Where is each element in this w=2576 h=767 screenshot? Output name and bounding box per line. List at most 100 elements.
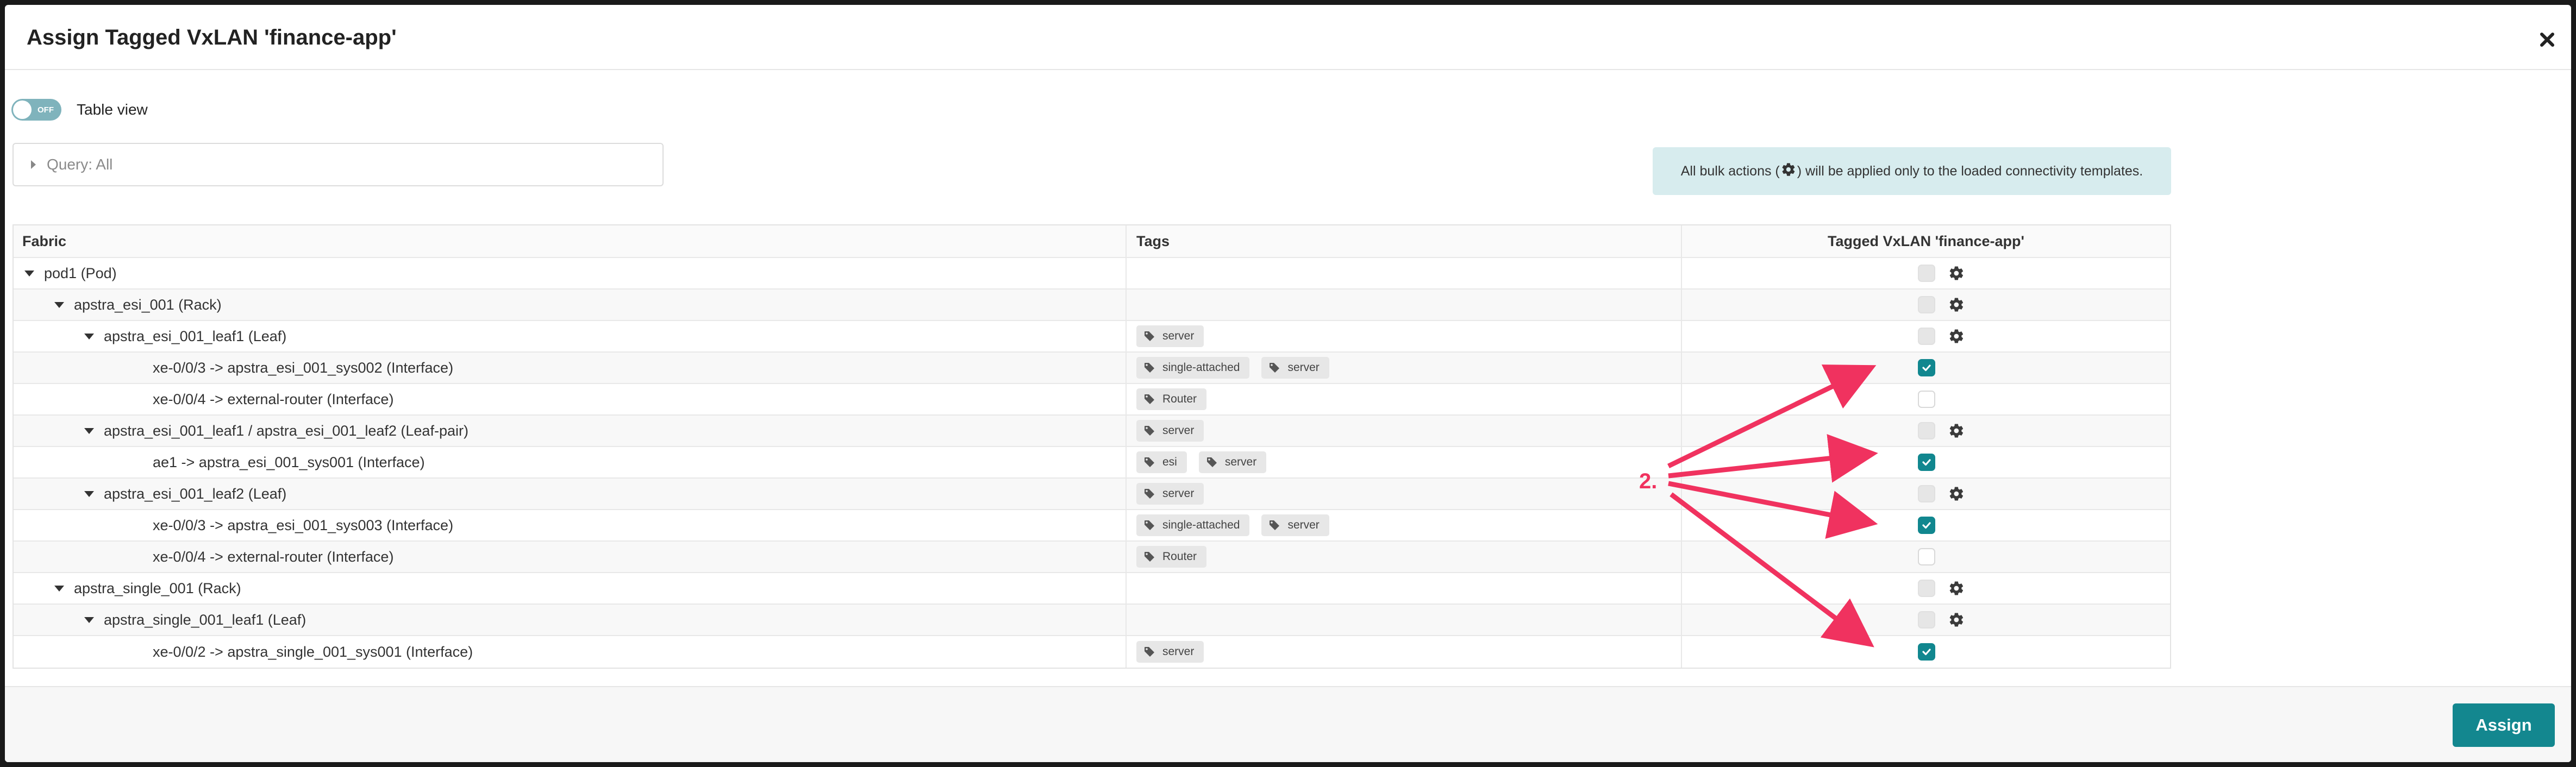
vxlan-checkbox[interactable]: [1918, 296, 1935, 313]
table-header-row: Fabric Tags Tagged VxLAN 'finance-app': [14, 225, 2170, 258]
tag-label: esi: [1162, 456, 1177, 468]
table-row: xe-0/0/4 -> external-router (Interface) R…: [14, 384, 2170, 416]
tag-label: server: [1162, 330, 1195, 342]
vxlan-checkbox[interactable]: [1918, 611, 1935, 628]
vxlan-cell: [1682, 416, 2170, 446]
vxlan-checkbox[interactable]: [1918, 485, 1935, 502]
fabric-cell: xe-0/0/4 -> external-router (Interface): [14, 542, 1127, 572]
table-row: xe-0/0/3 -> apstra_esi_001_sys003 (Inter…: [14, 510, 2170, 542]
close-button[interactable]: [2535, 28, 2559, 52]
caret-down-icon[interactable]: [84, 491, 94, 497]
assign-vxlan-dialog: Assign Tagged VxLAN 'finance-app' OFF Ta…: [5, 5, 2571, 762]
gear-icon[interactable]: [1948, 297, 1965, 313]
fabric-node-label: apstra_single_001 (Rack): [74, 580, 241, 596]
gear-icon[interactable]: [1948, 423, 1965, 439]
caret-down-icon[interactable]: [84, 617, 94, 623]
tags-cell: [1127, 290, 1682, 320]
table-row: xe-0/0/4 -> external-router (Interface) R…: [14, 542, 2170, 573]
fabric-node-label: apstra_single_001_leaf1 (Leaf): [104, 611, 307, 628]
gear-placeholder: [1948, 517, 1965, 533]
vxlan-checkbox[interactable]: [1918, 359, 1935, 376]
query-panel[interactable]: Query: All: [12, 143, 664, 186]
gear-icon[interactable]: [1948, 328, 1965, 344]
tag-chip: server: [1136, 641, 1204, 663]
vxlan-cell: [1682, 510, 2170, 540]
gear-icon[interactable]: [1948, 580, 1965, 596]
caret-down-icon[interactable]: [54, 301, 64, 308]
vxlan-cell: [1682, 605, 2170, 635]
tag-icon: [1144, 551, 1155, 562]
caret-down-icon[interactable]: [84, 427, 94, 434]
column-header-fabric[interactable]: Fabric: [14, 225, 1127, 257]
fabric-cell: xe-0/0/3 -> apstra_esi_001_sys002 (Inter…: [14, 353, 1127, 383]
tag-chip: server: [1198, 451, 1267, 473]
tag-icon: [1144, 520, 1155, 531]
gear-placeholder: [1948, 454, 1965, 470]
fabric-cell: xe-0/0/4 -> external-router (Interface): [14, 384, 1127, 414]
vxlan-checkbox[interactable]: [1918, 643, 1935, 661]
fabric-cell: xe-0/0/2 -> apstra_single_001_sys001 (In…: [14, 636, 1127, 668]
tags-cell: [1127, 573, 1682, 603]
table-view-row: OFF Table view: [11, 97, 148, 122]
vxlan-checkbox[interactable]: [1918, 517, 1935, 534]
tag-chip: server: [1136, 483, 1204, 505]
checkmark-icon: [1921, 520, 1932, 531]
table-row: apstra_single_001 (Rack): [14, 573, 2170, 605]
tag-icon: [1144, 457, 1155, 468]
fabric-cell: apstra_single_001 (Rack): [14, 573, 1127, 603]
fabric-cell: apstra_single_001_leaf1 (Leaf): [14, 605, 1127, 635]
vxlan-checkbox[interactable]: [1918, 548, 1935, 565]
fabric-node-label: xe-0/0/4 -> external-router (Interface): [153, 548, 394, 565]
fabric-node-label: xe-0/0/4 -> external-router (Interface): [153, 391, 394, 407]
vxlan-checkbox[interactable]: [1918, 454, 1935, 471]
gear-icon[interactable]: [1948, 265, 1965, 281]
vxlan-checkbox[interactable]: [1918, 580, 1935, 597]
toggle-state: OFF: [37, 105, 54, 115]
tag-chip: Router: [1136, 546, 1207, 568]
tag-chip: esi: [1136, 451, 1187, 473]
gear-icon[interactable]: [1948, 612, 1965, 628]
vxlan-cell: [1682, 290, 2170, 320]
tag-chip: server: [1261, 357, 1329, 379]
bulk-actions-info: All bulk actions ( ) will be applied onl…: [1653, 147, 2171, 195]
caret-down-icon[interactable]: [54, 585, 64, 592]
tag-label: server: [1162, 645, 1195, 658]
checkmark-icon: [1921, 457, 1932, 468]
vxlan-cell: [1682, 573, 2170, 603]
column-header-tags[interactable]: Tags: [1127, 225, 1682, 257]
tag-label: server: [1287, 519, 1320, 531]
dialog-title: Assign Tagged VxLAN 'finance-app': [27, 26, 397, 49]
vxlan-checkbox[interactable]: [1918, 265, 1935, 282]
assign-button[interactable]: Assign: [2453, 703, 2555, 747]
table-row: apstra_esi_001 (Rack): [14, 290, 2170, 321]
gear-icon[interactable]: [1948, 486, 1965, 502]
dialog-footer: Assign: [5, 686, 2571, 762]
vxlan-checkbox[interactable]: [1918, 422, 1935, 439]
gear-placeholder: [1948, 644, 1965, 660]
checkmark-icon: [1921, 646, 1932, 657]
vxlan-cell: [1682, 447, 2170, 477]
caret-down-icon[interactable]: [24, 270, 34, 276]
vxlan-cell: [1682, 636, 2170, 668]
tag-label: Router: [1162, 393, 1197, 405]
column-header-vxlan: Tagged VxLAN 'finance-app': [1828, 232, 2024, 249]
tags-cell: server: [1127, 636, 1682, 668]
tag-icon: [1144, 425, 1155, 436]
caret-right-icon: [31, 160, 36, 169]
table-row: ae1 -> apstra_esi_001_sys001 (Interface)…: [14, 447, 2170, 479]
table-row: apstra_esi_001_leaf1 (Leaf) server: [14, 321, 2170, 353]
table-view-label: Table view: [77, 101, 148, 118]
fabric-cell: apstra_esi_001_leaf1 (Leaf): [14, 321, 1127, 351]
query-label: Query: All: [47, 156, 113, 173]
tags-cell: esi server: [1127, 447, 1682, 477]
vxlan-checkbox[interactable]: [1918, 328, 1935, 345]
vxlan-checkbox[interactable]: [1918, 391, 1935, 408]
table-row: apstra_esi_001_leaf2 (Leaf) server: [14, 479, 2170, 510]
caret-down-icon[interactable]: [84, 333, 94, 340]
tag-chip: server: [1261, 514, 1329, 536]
tag-label: Router: [1162, 550, 1197, 563]
tag-label: server: [1162, 424, 1195, 437]
table-view-toggle[interactable]: OFF: [11, 99, 61, 121]
tag-chip: Router: [1136, 388, 1207, 410]
vxlan-cell: [1682, 321, 2170, 351]
